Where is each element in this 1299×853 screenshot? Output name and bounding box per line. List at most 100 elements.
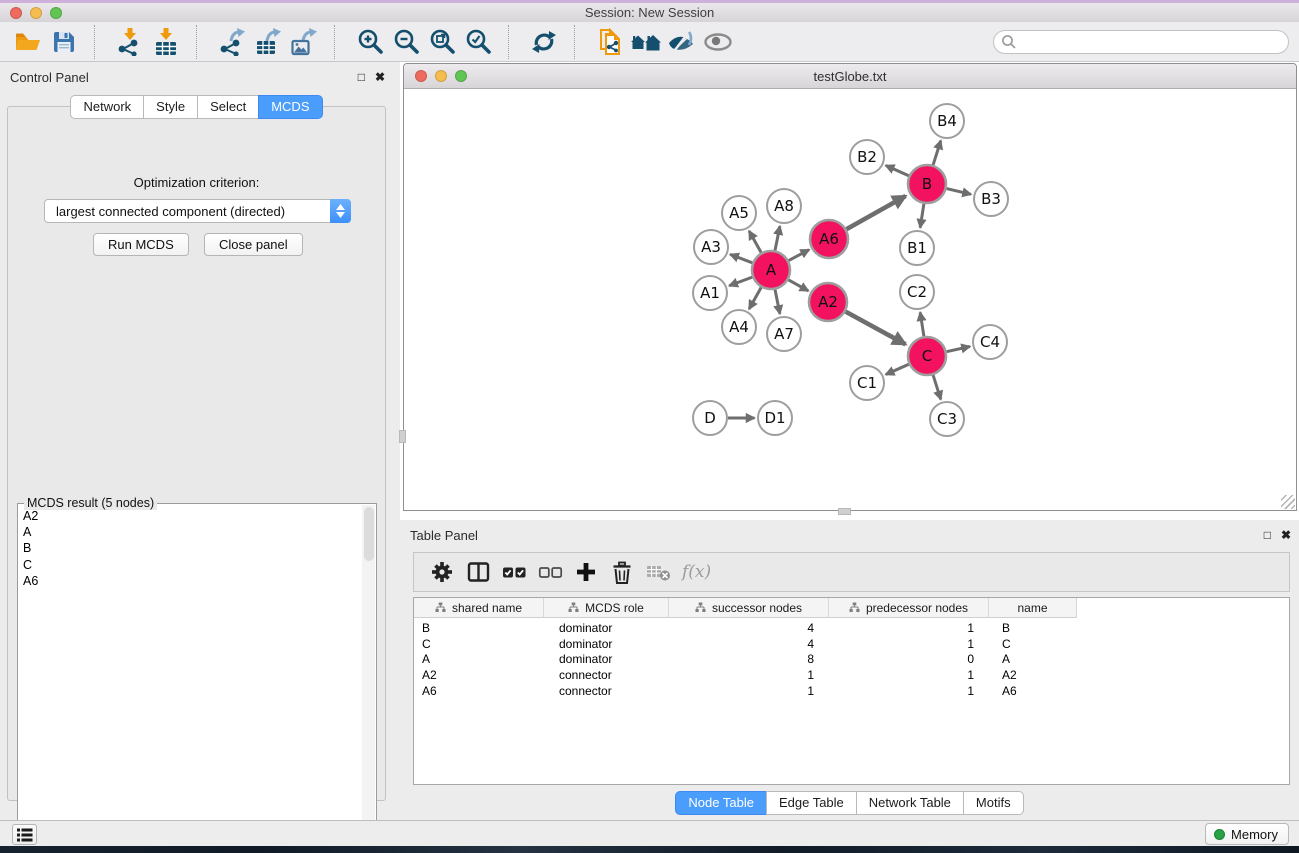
close-table-panel-icon[interactable]: ✖ xyxy=(1281,528,1291,542)
graph-node-C3[interactable]: C3 xyxy=(930,402,964,436)
graph-node-B4[interactable]: B4 xyxy=(930,104,964,138)
import-table-button[interactable] xyxy=(148,25,184,59)
tab-edge-table[interactable]: Edge Table xyxy=(766,791,856,815)
graph-node-C[interactable]: C xyxy=(908,337,946,375)
table-row[interactable]: A2connector11A2 xyxy=(414,667,1289,683)
graph-edge-A-A6[interactable] xyxy=(789,250,810,261)
select-all-button[interactable] xyxy=(496,556,532,588)
graph-node-A6[interactable]: A6 xyxy=(810,220,848,258)
table-row[interactable]: Cdominator41C xyxy=(414,636,1289,652)
mcds-result-item[interactable]: A xyxy=(23,524,360,540)
horizontal-scrollbar-thumb[interactable] xyxy=(838,508,851,515)
graph-edge-A-A3[interactable] xyxy=(730,254,752,262)
task-history-button[interactable] xyxy=(12,824,37,845)
graph-edge-A-A8[interactable] xyxy=(775,226,780,250)
delete-table-button[interactable] xyxy=(640,556,676,588)
search-input[interactable] xyxy=(993,30,1289,54)
zoom-fit-button[interactable] xyxy=(424,25,460,59)
graph-node-C2[interactable]: C2 xyxy=(900,275,934,309)
zoom-selected-button[interactable] xyxy=(460,25,496,59)
graph-edge-A6-B[interactable] xyxy=(846,196,905,229)
memory-button[interactable]: Memory xyxy=(1205,823,1289,845)
mcds-result-item[interactable]: C xyxy=(23,557,360,573)
graph-node-A5[interactable]: A5 xyxy=(722,196,756,230)
tab-network[interactable]: Network xyxy=(70,95,143,119)
network-from-clipboard-button[interactable] xyxy=(592,25,628,59)
hide-panels-button[interactable] xyxy=(664,25,700,59)
mcds-result-item[interactable]: A2 xyxy=(23,508,360,524)
mcds-result-item[interactable]: A6 xyxy=(23,573,360,589)
zoom-in-button[interactable] xyxy=(352,25,388,59)
graph-edge-A-A2[interactable] xyxy=(788,280,808,291)
export-network-button[interactable] xyxy=(214,25,250,59)
run-mcds-button[interactable]: Run MCDS xyxy=(93,233,189,256)
tab-node-table[interactable]: Node Table xyxy=(675,791,766,815)
tab-network-table[interactable]: Network Table xyxy=(856,791,963,815)
function-builder-button[interactable]: f(x) xyxy=(682,562,711,582)
graph-node-C4[interactable]: C4 xyxy=(973,325,1007,359)
minimize-window-button[interactable] xyxy=(30,7,42,19)
column-header-name[interactable]: name xyxy=(989,598,1077,618)
deselect-all-button[interactable] xyxy=(532,556,568,588)
result-scrollbar[interactable] xyxy=(362,505,375,839)
tab-style[interactable]: Style xyxy=(143,95,197,119)
network-canvas[interactable]: B4B2BB3A5A8A6A3B1AA1C2A2A4A7C4CC1C3DD1 xyxy=(404,89,1296,510)
graph-edge-C-C4[interactable] xyxy=(947,347,970,352)
refresh-button[interactable] xyxy=(526,25,562,59)
home-button[interactable] xyxy=(628,25,664,59)
resize-grip[interactable] xyxy=(1281,495,1295,509)
graph-node-D[interactable]: D xyxy=(693,401,727,435)
export-image-button[interactable] xyxy=(286,25,322,59)
create-column-button[interactable] xyxy=(568,556,604,588)
graph-edge-C-C1[interactable] xyxy=(886,364,909,374)
float-table-panel-icon[interactable]: □ xyxy=(1264,528,1271,542)
graph-node-A[interactable]: A xyxy=(752,251,790,289)
show-columns-button[interactable] xyxy=(460,556,496,588)
graph-node-A3[interactable]: A3 xyxy=(694,230,728,264)
network-zoom-button[interactable] xyxy=(455,70,467,82)
table-row[interactable]: Adominator80A xyxy=(414,652,1289,668)
mcds-result-item[interactable]: B xyxy=(23,540,360,556)
tab-motifs[interactable]: Motifs xyxy=(963,791,1024,815)
graph-node-B[interactable]: B xyxy=(908,165,946,203)
vertical-scrollbar-thumb[interactable] xyxy=(399,430,406,443)
close-panel-icon[interactable]: ✖ xyxy=(375,70,385,84)
close-window-button[interactable] xyxy=(10,7,22,19)
graph-edge-B-B3[interactable] xyxy=(947,189,971,195)
graph-node-B2[interactable]: B2 xyxy=(850,140,884,174)
close-panel-button[interactable]: Close panel xyxy=(204,233,303,256)
graph-node-D1[interactable]: D1 xyxy=(758,401,792,435)
graph-edge-A-A5[interactable] xyxy=(749,231,761,253)
network-minimize-button[interactable] xyxy=(435,70,447,82)
graph-node-B1[interactable]: B1 xyxy=(900,231,934,265)
table-row[interactable]: A6connector11A6 xyxy=(414,683,1289,699)
graph-edge-C-C2[interactable] xyxy=(920,312,924,336)
graph-node-A1[interactable]: A1 xyxy=(693,276,727,310)
open-session-button[interactable] xyxy=(10,25,46,59)
zoom-out-button[interactable] xyxy=(388,25,424,59)
column-header-predecessor-nodes[interactable]: predecessor nodes xyxy=(829,598,989,618)
column-header-MCDS-role[interactable]: MCDS role xyxy=(544,598,669,618)
table-settings-button[interactable] xyxy=(424,556,460,588)
graph-edge-B-B4[interactable] xyxy=(933,141,941,165)
graph-edge-B-B2[interactable] xyxy=(886,166,909,176)
graph-node-A7[interactable]: A7 xyxy=(767,317,801,351)
graph-edge-B-B1[interactable] xyxy=(920,204,924,228)
graph-node-A4[interactable]: A4 xyxy=(722,310,756,344)
graph-node-A8[interactable]: A8 xyxy=(767,189,801,223)
import-network-button[interactable] xyxy=(112,25,148,59)
network-close-button[interactable] xyxy=(415,70,427,82)
tab-mcds[interactable]: MCDS xyxy=(258,95,322,119)
graph-edge-A-A4[interactable] xyxy=(749,287,761,309)
delete-column-button[interactable] xyxy=(604,556,640,588)
column-header-successor-nodes[interactable]: successor nodes xyxy=(669,598,829,618)
zoom-window-button[interactable] xyxy=(50,7,62,19)
graph-edge-C-C3[interactable] xyxy=(933,375,941,399)
table-row[interactable]: Bdominator41B xyxy=(414,620,1289,636)
graph-node-B3[interactable]: B3 xyxy=(974,182,1008,216)
export-table-button[interactable] xyxy=(250,25,286,59)
float-panel-icon[interactable]: □ xyxy=(358,70,365,84)
graph-edge-A-A7[interactable] xyxy=(775,290,780,314)
save-session-button[interactable] xyxy=(46,25,82,59)
show-panels-button[interactable] xyxy=(700,25,736,59)
